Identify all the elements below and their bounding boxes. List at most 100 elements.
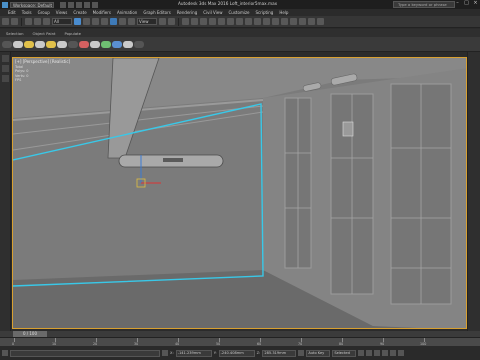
unlink-icon[interactable]	[34, 18, 41, 25]
link-icon[interactable]	[25, 18, 32, 25]
menu-rendering[interactable]: Rendering	[177, 10, 197, 15]
menu-create[interactable]: Create	[73, 10, 86, 15]
undo-icon[interactable]	[84, 1, 90, 8]
stats-line: FPS	[15, 77, 22, 82]
play-icon[interactable]	[366, 350, 373, 356]
tab-populate[interactable]: Populate	[64, 31, 81, 36]
perspective-viewport[interactable]: [+] [Perspective] [Realistic] Total Poly…	[12, 57, 467, 329]
render-setup-icon[interactable]	[299, 18, 306, 25]
command-strip	[0, 37, 480, 52]
modify-icon[interactable]	[134, 40, 144, 48]
zoom-icon[interactable]	[382, 350, 389, 356]
window-controls: – □ ×	[455, 1, 478, 6]
menu-group[interactable]: Group	[38, 10, 50, 15]
mirror-icon[interactable]	[236, 18, 243, 25]
named-selection-icon[interactable]	[227, 18, 234, 25]
select-object-icon[interactable]	[74, 18, 81, 25]
go-to-end-icon[interactable]	[374, 350, 381, 356]
selection-region-icon[interactable]	[92, 18, 99, 25]
z-coordinate-field[interactable]: 285.319mm	[262, 349, 297, 357]
keyboard-shortcut-icon[interactable]	[182, 18, 189, 25]
orbit-icon[interactable]	[398, 350, 405, 356]
scene-explorer-icon[interactable]	[254, 18, 261, 25]
cameras-icon[interactable]	[35, 40, 45, 48]
close-icon[interactable]: ×	[473, 1, 478, 6]
lights-icon[interactable]	[24, 40, 34, 48]
angle-snap-icon[interactable]	[200, 18, 207, 25]
open-file-icon[interactable]	[68, 1, 74, 8]
schematic-view-icon[interactable]	[281, 18, 288, 25]
systems-icon[interactable]	[68, 40, 78, 48]
render-production-icon[interactable]	[317, 18, 324, 25]
viewport-config-icon[interactable]	[2, 65, 9, 72]
auto-key-button[interactable]: Auto Key	[306, 349, 331, 357]
selection-lock-icon[interactable]	[162, 350, 168, 356]
manipulate-icon[interactable]	[168, 18, 175, 25]
quick-access-toolbar	[60, 1, 98, 8]
align-icon[interactable]	[245, 18, 252, 25]
rendered-frame-window-icon[interactable]	[308, 18, 315, 25]
layer-explorer-icon[interactable]	[263, 18, 270, 25]
menu-civil-view[interactable]: Civil View	[203, 10, 222, 15]
search-input[interactable]: Type a keyword or phrase	[393, 1, 455, 8]
save-file-icon[interactable]	[76, 1, 82, 8]
select-and-rotate-icon[interactable]	[119, 18, 126, 25]
undo-button[interactable]	[2, 18, 9, 25]
select-and-move-icon[interactable]	[110, 18, 117, 25]
workspace-selector[interactable]: Workspace: Default	[2, 1, 54, 8]
select-and-scale-icon[interactable]	[128, 18, 135, 25]
geometry-icon[interactable]	[2, 40, 12, 48]
viewport-preset-icon[interactable]	[2, 75, 9, 82]
menu-tools[interactable]: Tools	[22, 10, 32, 15]
maximize-icon[interactable]: □	[464, 1, 469, 6]
menu-modifiers[interactable]: Modifiers	[93, 10, 111, 15]
menu-graph-editors[interactable]: Graph Editors	[143, 10, 170, 15]
menu-help[interactable]: Help	[279, 10, 288, 15]
space-warps-icon[interactable]	[57, 40, 67, 48]
spinner-snap-icon[interactable]	[218, 18, 225, 25]
utilities-icon[interactable]	[123, 40, 133, 48]
workspace-dropdown[interactable]: Workspace: Default	[10, 1, 54, 8]
selection-filter-dropdown[interactable]: All	[52, 18, 72, 25]
redo-icon[interactable]	[92, 1, 98, 8]
selected-dropdown[interactable]: Selected	[332, 349, 357, 357]
pivot-center-icon[interactable]	[159, 18, 166, 25]
minimize-icon[interactable]: –	[455, 1, 460, 6]
track-bar[interactable]: 0 10 20 30 40 50 60 70 80 90 100	[0, 337, 480, 346]
freeze-icon[interactable]	[79, 40, 89, 48]
motion-icon[interactable]	[112, 40, 122, 48]
new-file-icon[interactable]	[60, 1, 66, 8]
select-by-name-icon[interactable]	[83, 18, 90, 25]
menu-edit[interactable]: Edit	[8, 10, 16, 15]
stats-line: Polys: 0	[15, 69, 29, 74]
right-panel-strip	[467, 52, 480, 331]
tab-selection[interactable]: Selection	[6, 31, 24, 36]
shapes-icon[interactable]	[13, 40, 23, 48]
bind-space-warp-icon[interactable]	[43, 18, 50, 25]
percent-snap-icon[interactable]	[209, 18, 216, 25]
go-to-start-icon[interactable]	[358, 350, 365, 356]
redo-button[interactable]	[11, 18, 18, 25]
x-coordinate-field[interactable]: -141.239mm	[175, 349, 212, 357]
viewport-layout-icon[interactable]	[2, 55, 9, 62]
helpers-icon[interactable]	[46, 40, 56, 48]
viewport-scene[interactable]	[13, 58, 467, 329]
curve-editor-icon[interactable]	[272, 18, 279, 25]
maxscript-listener-icon[interactable]	[2, 350, 8, 356]
hierarchy-icon[interactable]	[101, 40, 111, 48]
window-crossing-icon[interactable]	[101, 18, 108, 25]
snaps-toggle-icon[interactable]	[191, 18, 198, 25]
y-coordinate-field[interactable]: -240.408mm	[218, 349, 255, 357]
menu-views[interactable]: Views	[56, 10, 68, 15]
tab-object-paint[interactable]: Object Paint	[33, 31, 56, 36]
display-icon[interactable]	[90, 40, 100, 48]
menu-animation[interactable]: Animation	[117, 10, 137, 15]
menu-scripting[interactable]: Scripting	[256, 10, 274, 15]
reference-coordinate-dropdown[interactable]: View	[137, 18, 157, 25]
viewport-label[interactable]: [+] [Perspective] [Realistic]	[15, 59, 70, 64]
pan-icon[interactable]	[390, 350, 397, 356]
material-editor-icon[interactable]	[290, 18, 297, 25]
menu-customize[interactable]: Customize	[229, 10, 250, 15]
app-logo-icon	[2, 1, 8, 8]
add-time-tag-icon[interactable]	[298, 350, 305, 356]
